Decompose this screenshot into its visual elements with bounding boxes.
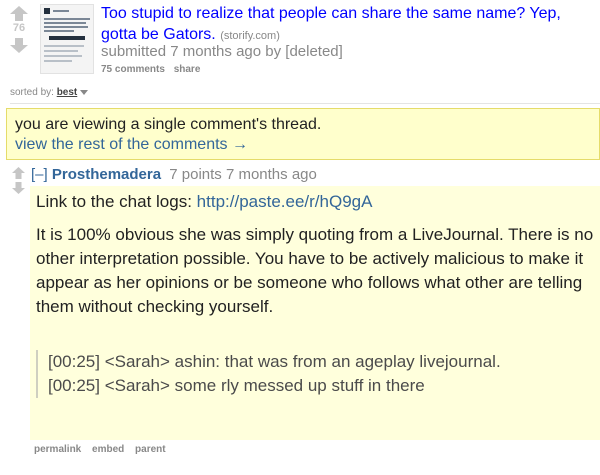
comments-button[interactable]: 75 comments [101, 64, 165, 75]
link-domain[interactable]: storify.com [224, 30, 276, 42]
link-title[interactable]: Too stupid to realize that people can sh… [101, 5, 561, 43]
chevron-down-icon[interactable] [80, 89, 89, 95]
downvote-arrow-icon[interactable] [12, 182, 25, 194]
comment-meta: 7 points 7 months ago [169, 166, 317, 183]
single-thread-notice: you are viewing a single comment's threa… [6, 108, 600, 160]
parent-button[interactable]: parent [135, 444, 166, 455]
chat-logs-link[interactable]: http://paste.ee/r/hQ9gA [197, 192, 373, 211]
downvote-arrow-icon[interactable] [10, 38, 28, 53]
link-tagline: submitted 7 months ago by [deleted] [101, 43, 343, 60]
quote-line: [00:25] <Sarah> ashin: that was from an … [48, 352, 501, 371]
share-button[interactable]: share [174, 64, 201, 75]
comment-body: Link to the chat logs: http://paste.ee/r… [30, 186, 600, 440]
embed-button[interactable]: embed [92, 444, 124, 455]
view-rest-link[interactable]: view the rest of the comments → [15, 136, 248, 154]
upvote-arrow-icon[interactable] [12, 167, 25, 179]
comment-tagline: [–] Prosthemadera 7 points 7 months ago [31, 166, 317, 183]
collapse-toggle[interactable]: [–] [31, 166, 48, 183]
sort-bar: sorted by: best [10, 87, 89, 98]
link-score: 76 [12, 22, 26, 34]
blockquote: [00:25] <Sarah> ashin: that was from an … [36, 350, 600, 398]
sort-label: sorted by: [10, 87, 54, 98]
chat-logs-line: Link to the chat logs: http://paste.ee/r… [36, 192, 372, 212]
link-thumbnail[interactable] [40, 4, 94, 74]
quote-line: [00:25] <Sarah> some rly messed up stuff… [48, 376, 425, 395]
sort-dropdown[interactable]: best [57, 87, 78, 98]
notice-text: you are viewing a single comment's threa… [15, 116, 322, 133]
upvote-arrow-icon[interactable] [10, 6, 28, 21]
comment-buttons: permalink embed parent [34, 444, 174, 455]
chat-logs-label: Link to the chat logs: [36, 192, 192, 211]
link-buttons: 75 comments share [101, 64, 206, 75]
link-domain-wrap: (storify.com) [220, 30, 280, 42]
link-title-line: Too stupid to realize that people can sh… [101, 3, 581, 47]
divider [10, 103, 600, 104]
permalink-button[interactable]: permalink [34, 444, 81, 455]
comment-paragraph: It is 100% obvious she was simply quotin… [36, 225, 594, 316]
comment-author[interactable]: Prosthemadera [52, 166, 161, 183]
